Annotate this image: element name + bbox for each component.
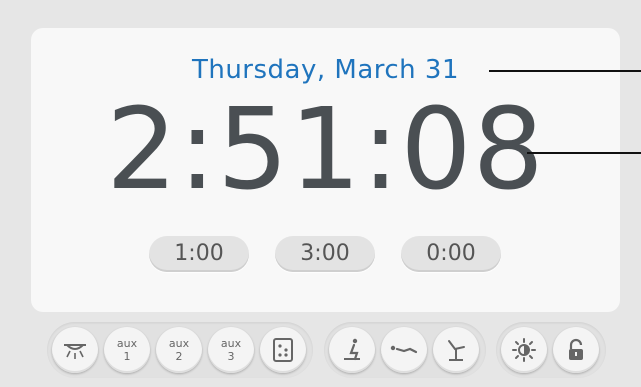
preset-button-2[interactable]: 3:00 (275, 236, 375, 272)
chair-flat-icon (390, 343, 418, 357)
time-callout-line (527, 152, 641, 154)
light-button[interactable] (52, 327, 98, 373)
lock-button[interactable] (553, 327, 599, 373)
date-callout-line (489, 70, 641, 72)
dice-icon (272, 337, 294, 363)
chair-upright-button[interactable] (329, 327, 375, 373)
chair-flat-button[interactable] (381, 327, 427, 373)
aux-1-label: aux (116, 337, 138, 350)
aux-3-button[interactable]: aux 3 (208, 327, 254, 373)
chair-recline-icon (444, 337, 468, 363)
chair-position-icon (341, 337, 363, 363)
aux-3-number: 3 (227, 350, 235, 363)
preset-button-3[interactable]: 0:00 (401, 236, 501, 272)
aux-1-number: 1 (123, 350, 131, 363)
toolbar-group-chair (324, 322, 486, 378)
aux-2-number: 2 (175, 350, 183, 363)
preset-button-1[interactable]: 1:00 (149, 236, 249, 272)
aux-1-button[interactable]: aux 1 (104, 327, 150, 373)
toolbar-group-lights-aux: aux 1 aux 2 aux 3 (47, 322, 313, 378)
timer-presets: 1:00 3:00 0:00 (31, 236, 620, 274)
overhead-light-icon (62, 339, 88, 361)
lock-icon (566, 338, 586, 362)
brightness-icon (511, 337, 537, 363)
aux-3-label: aux (220, 337, 242, 350)
aux-2-label: aux (168, 337, 190, 350)
dice-button[interactable] (260, 327, 306, 373)
brightness-button[interactable] (501, 327, 547, 373)
time-display: 2:51:08 (106, 85, 545, 215)
chair-recline-button[interactable] (433, 327, 479, 373)
aux-2-button[interactable]: aux 2 (156, 327, 202, 373)
toolbar-group-settings (496, 322, 606, 378)
